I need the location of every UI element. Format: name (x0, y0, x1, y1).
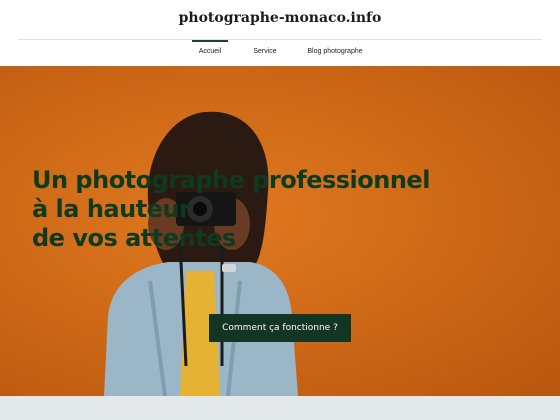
hero-heading-line-3: de vos attentes (32, 224, 236, 252)
site-title[interactable]: photographe-monaco.info (0, 10, 560, 26)
how-it-works-button[interactable]: Comment ça fonctionne ? (209, 314, 351, 342)
hero-heading-line-2: à la hauteur (32, 195, 191, 223)
site-header: photographe-monaco.info Accueil Service … (0, 0, 560, 79)
nav-item-service-photographe[interactable]: Service photographe (233, 40, 297, 79)
nav-item-accueil[interactable]: Accueil (192, 40, 228, 66)
hero-section: Un photographe professionnel à la hauteu… (0, 66, 560, 396)
nav-item-blog-photographe[interactable]: Blog photographe (304, 40, 366, 66)
main-nav: Accueil Service photographe Blog photogr… (0, 40, 560, 79)
bottom-strip (0, 396, 560, 420)
hero-heading: Un photographe professionnel à la hauteu… (32, 166, 452, 253)
hero-heading-line-1: Un photographe professionnel (32, 166, 430, 194)
